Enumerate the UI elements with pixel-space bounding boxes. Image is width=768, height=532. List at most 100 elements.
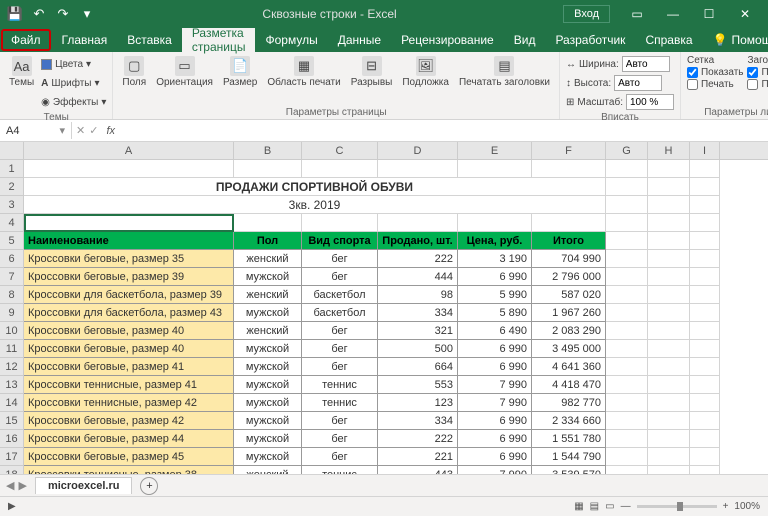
cell[interactable] <box>648 376 690 394</box>
tab-insert[interactable]: Вставка <box>117 28 182 52</box>
cell[interactable] <box>690 304 720 322</box>
cell[interactable]: бег <box>302 412 378 430</box>
cell[interactable]: 3 190 <box>458 250 532 268</box>
orientation-button[interactable]: ▭Ориентация <box>153 55 216 89</box>
column-header[interactable]: I <box>690 142 720 159</box>
ribbon-options-icon[interactable]: ▭ <box>620 2 654 26</box>
tab-review[interactable]: Рецензирование <box>391 28 504 52</box>
cell[interactable]: 2 334 660 <box>532 412 606 430</box>
column-header[interactable]: C <box>302 142 378 159</box>
cell[interactable] <box>606 178 648 196</box>
cell[interactable]: 3 539 570 <box>532 466 606 474</box>
cell[interactable]: 500 <box>378 340 458 358</box>
cell[interactable]: 1 551 780 <box>532 430 606 448</box>
cell[interactable]: 4 418 470 <box>532 376 606 394</box>
cell[interactable]: 6 490 <box>458 322 532 340</box>
tab-formulas[interactable]: Формулы <box>255 28 327 52</box>
row-header[interactable]: 2 <box>0 178 24 196</box>
cell[interactable]: Вид спорта <box>302 232 378 250</box>
undo-icon[interactable]: ↶ <box>30 5 48 23</box>
row-header[interactable]: 14 <box>0 394 24 412</box>
cell[interactable]: 98 <box>378 286 458 304</box>
cell[interactable]: 6 990 <box>458 268 532 286</box>
print-titles-button[interactable]: ▤Печатать заголовки <box>456 55 553 89</box>
cell[interactable] <box>606 394 648 412</box>
cell[interactable] <box>302 214 378 232</box>
cell[interactable] <box>690 376 720 394</box>
cell[interactable]: 334 <box>378 304 458 322</box>
width-select[interactable] <box>622 56 670 72</box>
cell[interactable]: мужской <box>234 430 302 448</box>
cell[interactable]: Кроссовки беговые, размер 35 <box>24 250 234 268</box>
cell[interactable] <box>606 160 648 178</box>
cell[interactable]: 5 890 <box>458 304 532 322</box>
cell[interactable]: женский <box>234 322 302 340</box>
zoom-in-icon[interactable]: + <box>723 501 729 512</box>
cell[interactable] <box>648 196 690 214</box>
row-header[interactable]: 9 <box>0 304 24 322</box>
row-header[interactable]: 13 <box>0 376 24 394</box>
row-header[interactable]: 3 <box>0 196 24 214</box>
cell[interactable]: 6 990 <box>458 412 532 430</box>
sheet-nav-prev-icon[interactable]: ◀ <box>6 479 14 492</box>
cell[interactable]: 221 <box>378 448 458 466</box>
cell[interactable] <box>648 394 690 412</box>
view-page-break-icon[interactable]: ▭ <box>605 501 614 512</box>
cell[interactable] <box>234 214 302 232</box>
cell[interactable] <box>648 268 690 286</box>
gridlines-print-checkbox[interactable]: Печать <box>687 79 744 90</box>
tab-help[interactable]: Справка <box>635 28 702 52</box>
cell[interactable]: 5 990 <box>458 286 532 304</box>
cell[interactable] <box>648 286 690 304</box>
tab-view[interactable]: Вид <box>504 28 546 52</box>
cell[interactable] <box>458 160 532 178</box>
column-header[interactable]: B <box>234 142 302 159</box>
cell[interactable]: Кроссовки теннисные, размер 42 <box>24 394 234 412</box>
cell[interactable] <box>606 340 648 358</box>
cell[interactable] <box>24 160 234 178</box>
cell[interactable]: Итого <box>532 232 606 250</box>
cell[interactable] <box>378 160 458 178</box>
cell[interactable]: 1 544 790 <box>532 448 606 466</box>
cell[interactable] <box>648 178 690 196</box>
cell[interactable]: мужской <box>234 448 302 466</box>
cell[interactable]: бег <box>302 268 378 286</box>
column-header[interactable]: E <box>458 142 532 159</box>
cell[interactable]: Кроссовки беговые, размер 42 <box>24 412 234 430</box>
cell[interactable] <box>648 430 690 448</box>
cell[interactable]: Кроссовки беговые, размер 40 <box>24 322 234 340</box>
cell[interactable]: женский <box>234 250 302 268</box>
cell[interactable] <box>606 376 648 394</box>
cell[interactable] <box>606 304 648 322</box>
row-header[interactable]: 12 <box>0 358 24 376</box>
cell[interactable]: теннис <box>302 466 378 474</box>
row-header[interactable]: 17 <box>0 448 24 466</box>
fonts-button[interactable]: AШрифты▾ <box>41 74 106 92</box>
cell[interactable] <box>690 286 720 304</box>
cell[interactable] <box>690 448 720 466</box>
cell[interactable] <box>690 466 720 474</box>
cancel-formula-icon[interactable]: ✕ <box>76 124 85 137</box>
cell[interactable] <box>690 160 720 178</box>
cell[interactable] <box>648 412 690 430</box>
row-header[interactable]: 15 <box>0 412 24 430</box>
cell[interactable]: Кроссовки для баскетбола, размер 43 <box>24 304 234 322</box>
cell[interactable] <box>606 430 648 448</box>
cell[interactable] <box>606 214 648 232</box>
cell[interactable]: 982 770 <box>532 394 606 412</box>
cell[interactable]: мужской <box>234 412 302 430</box>
cell[interactable]: 123 <box>378 394 458 412</box>
cell[interactable] <box>532 160 606 178</box>
cell[interactable]: Кроссовки беговые, размер 45 <box>24 448 234 466</box>
cell[interactable] <box>690 430 720 448</box>
cell[interactable]: 4 641 360 <box>532 358 606 376</box>
cell[interactable] <box>648 214 690 232</box>
cell[interactable] <box>24 214 234 232</box>
breaks-button[interactable]: ⊟Разрывы <box>348 55 396 89</box>
save-icon[interactable]: 💾 <box>6 5 24 23</box>
cell[interactable]: 6 990 <box>458 340 532 358</box>
scale-input[interactable] <box>626 94 674 110</box>
maximize-icon[interactable]: ☐ <box>692 2 726 26</box>
background-button[interactable]: 🖼Подложка <box>399 55 452 89</box>
height-select[interactable] <box>614 75 662 91</box>
